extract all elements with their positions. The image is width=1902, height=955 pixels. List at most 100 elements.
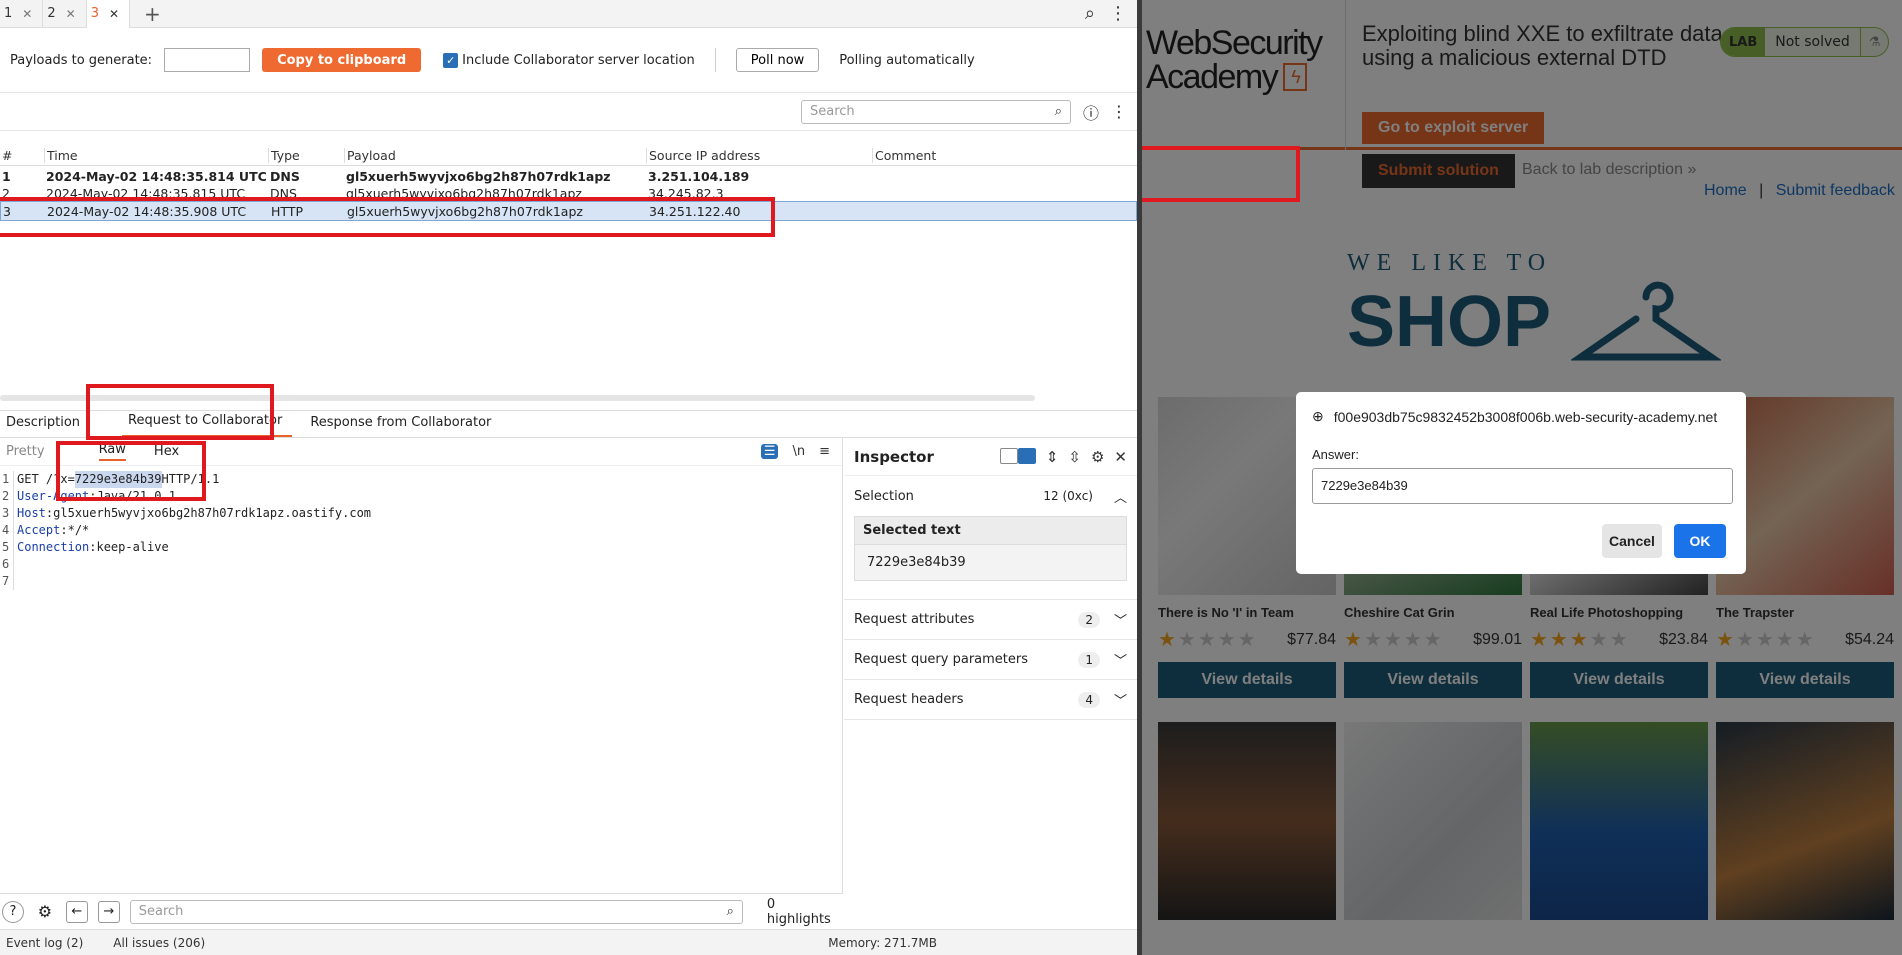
header-value: Java/21.0.1 [96,489,176,503]
colon: : [45,506,54,520]
header-key: Connection [17,540,90,554]
row-payload: gl5xuerh5wyvjxo6bg2h87h07rdk1apz [346,186,582,201]
column-header-number[interactable]: # [0,148,44,163]
row-ip: 34.251.122.40 [649,203,741,219]
payloads-input[interactable] [164,48,251,72]
interactions-table: # Time Type Payload Source IP address Co… [0,146,1137,406]
include-location-label: Include Collaborator server location [462,52,695,68]
column-header-source-ip[interactable]: Source IP address [646,148,872,163]
help-icon[interactable]: ? [2,900,24,923]
search-placeholder: Search [138,904,184,919]
row-type: DNS [270,186,297,201]
layout-list-icon[interactable] [999,447,1018,464]
payloads-label: Payloads to generate: [10,52,153,68]
code-line: 1 GET /?x= 7229e3e84b39 HTTP/1.1 [0,471,842,488]
cancel-button[interactable]: Cancel [1602,524,1662,558]
code-text: GET /?x= [17,472,75,486]
section-selection[interactable]: Selection 12 (0xc) ︿ [844,476,1137,516]
tab-label: 1 [4,6,13,21]
tab-request-to-collaborator[interactable]: Request to Collaborator [122,413,293,437]
table-row[interactable]: 1 2024-May-02 14:48:35.814 UTC DNS gl5xu… [0,166,1137,186]
close-icon[interactable]: ✕ [22,7,32,21]
burp-collaborator-panel: 1 ✕ 2 ✕ 3 ✕ + ⌕ ⋮ Payloads to generate: Copy… [0,0,1137,955]
table-row[interactable]: 2 2024-May-02 14:48:35.815 UTC DNS gl5xu… [0,186,1137,201]
column-header-time[interactable]: Time [44,148,268,163]
gear-icon[interactable]: ⚙ [34,901,56,923]
more-options-icon[interactable]: ⋮ [1111,102,1127,121]
request-body[interactable]: 1 GET /?x= 7229e3e84b39 HTTP/1.1 2 User-Age… [0,466,842,590]
tab-2[interactable]: 2 ✕ [43,0,87,28]
section-label: Selection [854,488,914,504]
include-location-checkbox[interactable]: ✓ Include Collaborator server location [443,52,695,68]
newline-toggle-icon[interactable]: \n [792,444,805,459]
section-label: Request headers [854,692,964,707]
chevron-down-icon[interactable]: ﹀ [1114,650,1127,669]
table-header: # Time Type Payload Source IP address Co… [0,146,1137,166]
polling-status: Polling automatically [839,52,975,68]
answer-input[interactable]: 7229e3e84b39 [1312,468,1733,504]
answer-label: Answer: [1312,447,1359,462]
status-bar: Event log (2) All issues (206) Memory: 2… [0,929,1137,955]
mode-raw[interactable]: Raw [98,442,126,461]
section-request-attributes[interactable]: Request attributes 2 ﹀ [844,600,1137,640]
line-number: 5 [0,539,14,556]
collapse-all-icon[interactable]: ⇳ [1068,448,1081,466]
header-value: gl5xuerh5wyvjxo6bg2h87h07rdk1apz.oastify… [53,506,372,520]
tab-1[interactable]: 1 ✕ [0,0,44,28]
header-key: User-Agent [17,489,90,503]
wrap-lines-icon[interactable]: ☰ [760,444,779,459]
event-log-link[interactable]: Event log (2) [6,936,83,950]
add-tab-button[interactable]: + [130,2,175,26]
layout-panel-icon[interactable] [1017,447,1036,464]
help-icon[interactable]: ⓘ [1083,100,1099,124]
search-icon[interactable]: ⌕ [1085,3,1095,24]
table-search-row: Search ⌕ ⓘ ⋮ [0,93,1137,131]
mode-hex[interactable]: Hex [154,444,179,459]
tab-3[interactable]: 3 ✕ [86,0,131,28]
section-request-query-parameters[interactable]: Request query parameters 1 ﹀ [844,640,1137,680]
chevron-down-icon[interactable]: ﹀ [1114,610,1127,629]
mode-pretty[interactable]: Pretty [6,444,45,459]
column-header-payload[interactable]: Payload [344,148,646,163]
inspector-title: Inspector [854,447,934,466]
table-search-input[interactable]: Search ⌕ [800,99,1071,124]
dialog-url: f00e903db75c9832452b3008f006b.web-securi… [1333,408,1718,425]
gear-icon[interactable]: ⚙ [1091,448,1104,466]
selected-text-value[interactable]: 7229e3e84b39 [855,545,1126,580]
forward-arrow-icon[interactable]: → [97,900,120,923]
code-line: 7 [0,573,842,590]
ok-button[interactable]: OK [1674,524,1726,558]
expand-all-icon[interactable]: ⇕ [1046,448,1059,466]
chevron-up-icon[interactable]: ︿ [1114,487,1127,506]
chevron-down-icon[interactable]: ﹀ [1114,690,1127,709]
row-ip: 34.245.82.3 [648,186,724,201]
all-issues-link[interactable]: All issues (206) [113,936,205,950]
tab-response-from-collaborator[interactable]: Response from Collaborator [304,415,501,437]
menu-icon[interactable]: ≡ [819,444,830,459]
table-row-selected[interactable]: 3 2024-May-02 14:48:35.908 UTC HTTP gl5x… [0,201,1137,221]
close-icon[interactable]: ✕ [1114,448,1127,466]
layout-toggle[interactable] [999,447,1036,466]
toolbar-divider [714,48,716,72]
line-number: 2 [0,488,14,505]
column-header-type[interactable]: Type [268,148,344,163]
close-icon[interactable]: ✕ [109,7,119,21]
row-number: 1 [2,168,11,184]
row-payload: gl5xuerh5wyvjxo6bg2h87h07rdk1apz [346,168,611,184]
horizontal-scrollbar[interactable] [0,395,1035,401]
more-options-icon[interactable]: ⋮ [1109,3,1127,24]
back-arrow-icon[interactable]: ← [65,900,88,923]
section-request-headers[interactable]: Request headers 4 ﹀ [844,680,1137,720]
lab-browser-window: WebSecurity Academyϟ Exploiting blind XX… [1142,0,1902,955]
close-icon[interactable]: ✕ [66,7,76,21]
poll-now-button[interactable]: Poll now [735,48,820,72]
tab-description[interactable]: Description [0,415,90,437]
copy-to-clipboard-button[interactable]: Copy to clipboard [262,48,422,72]
inspector-header: Inspector ⇕ ⇳ ⚙ ✕ [844,438,1137,476]
column-header-comment[interactable]: Comment [872,148,1072,163]
selected-text-label: Selected text [855,517,1126,545]
colon: : [89,540,97,554]
editor-search-input[interactable]: Search ⌕ [129,899,743,924]
header-value: */* [67,523,90,537]
section-label: Request attributes [854,612,975,627]
